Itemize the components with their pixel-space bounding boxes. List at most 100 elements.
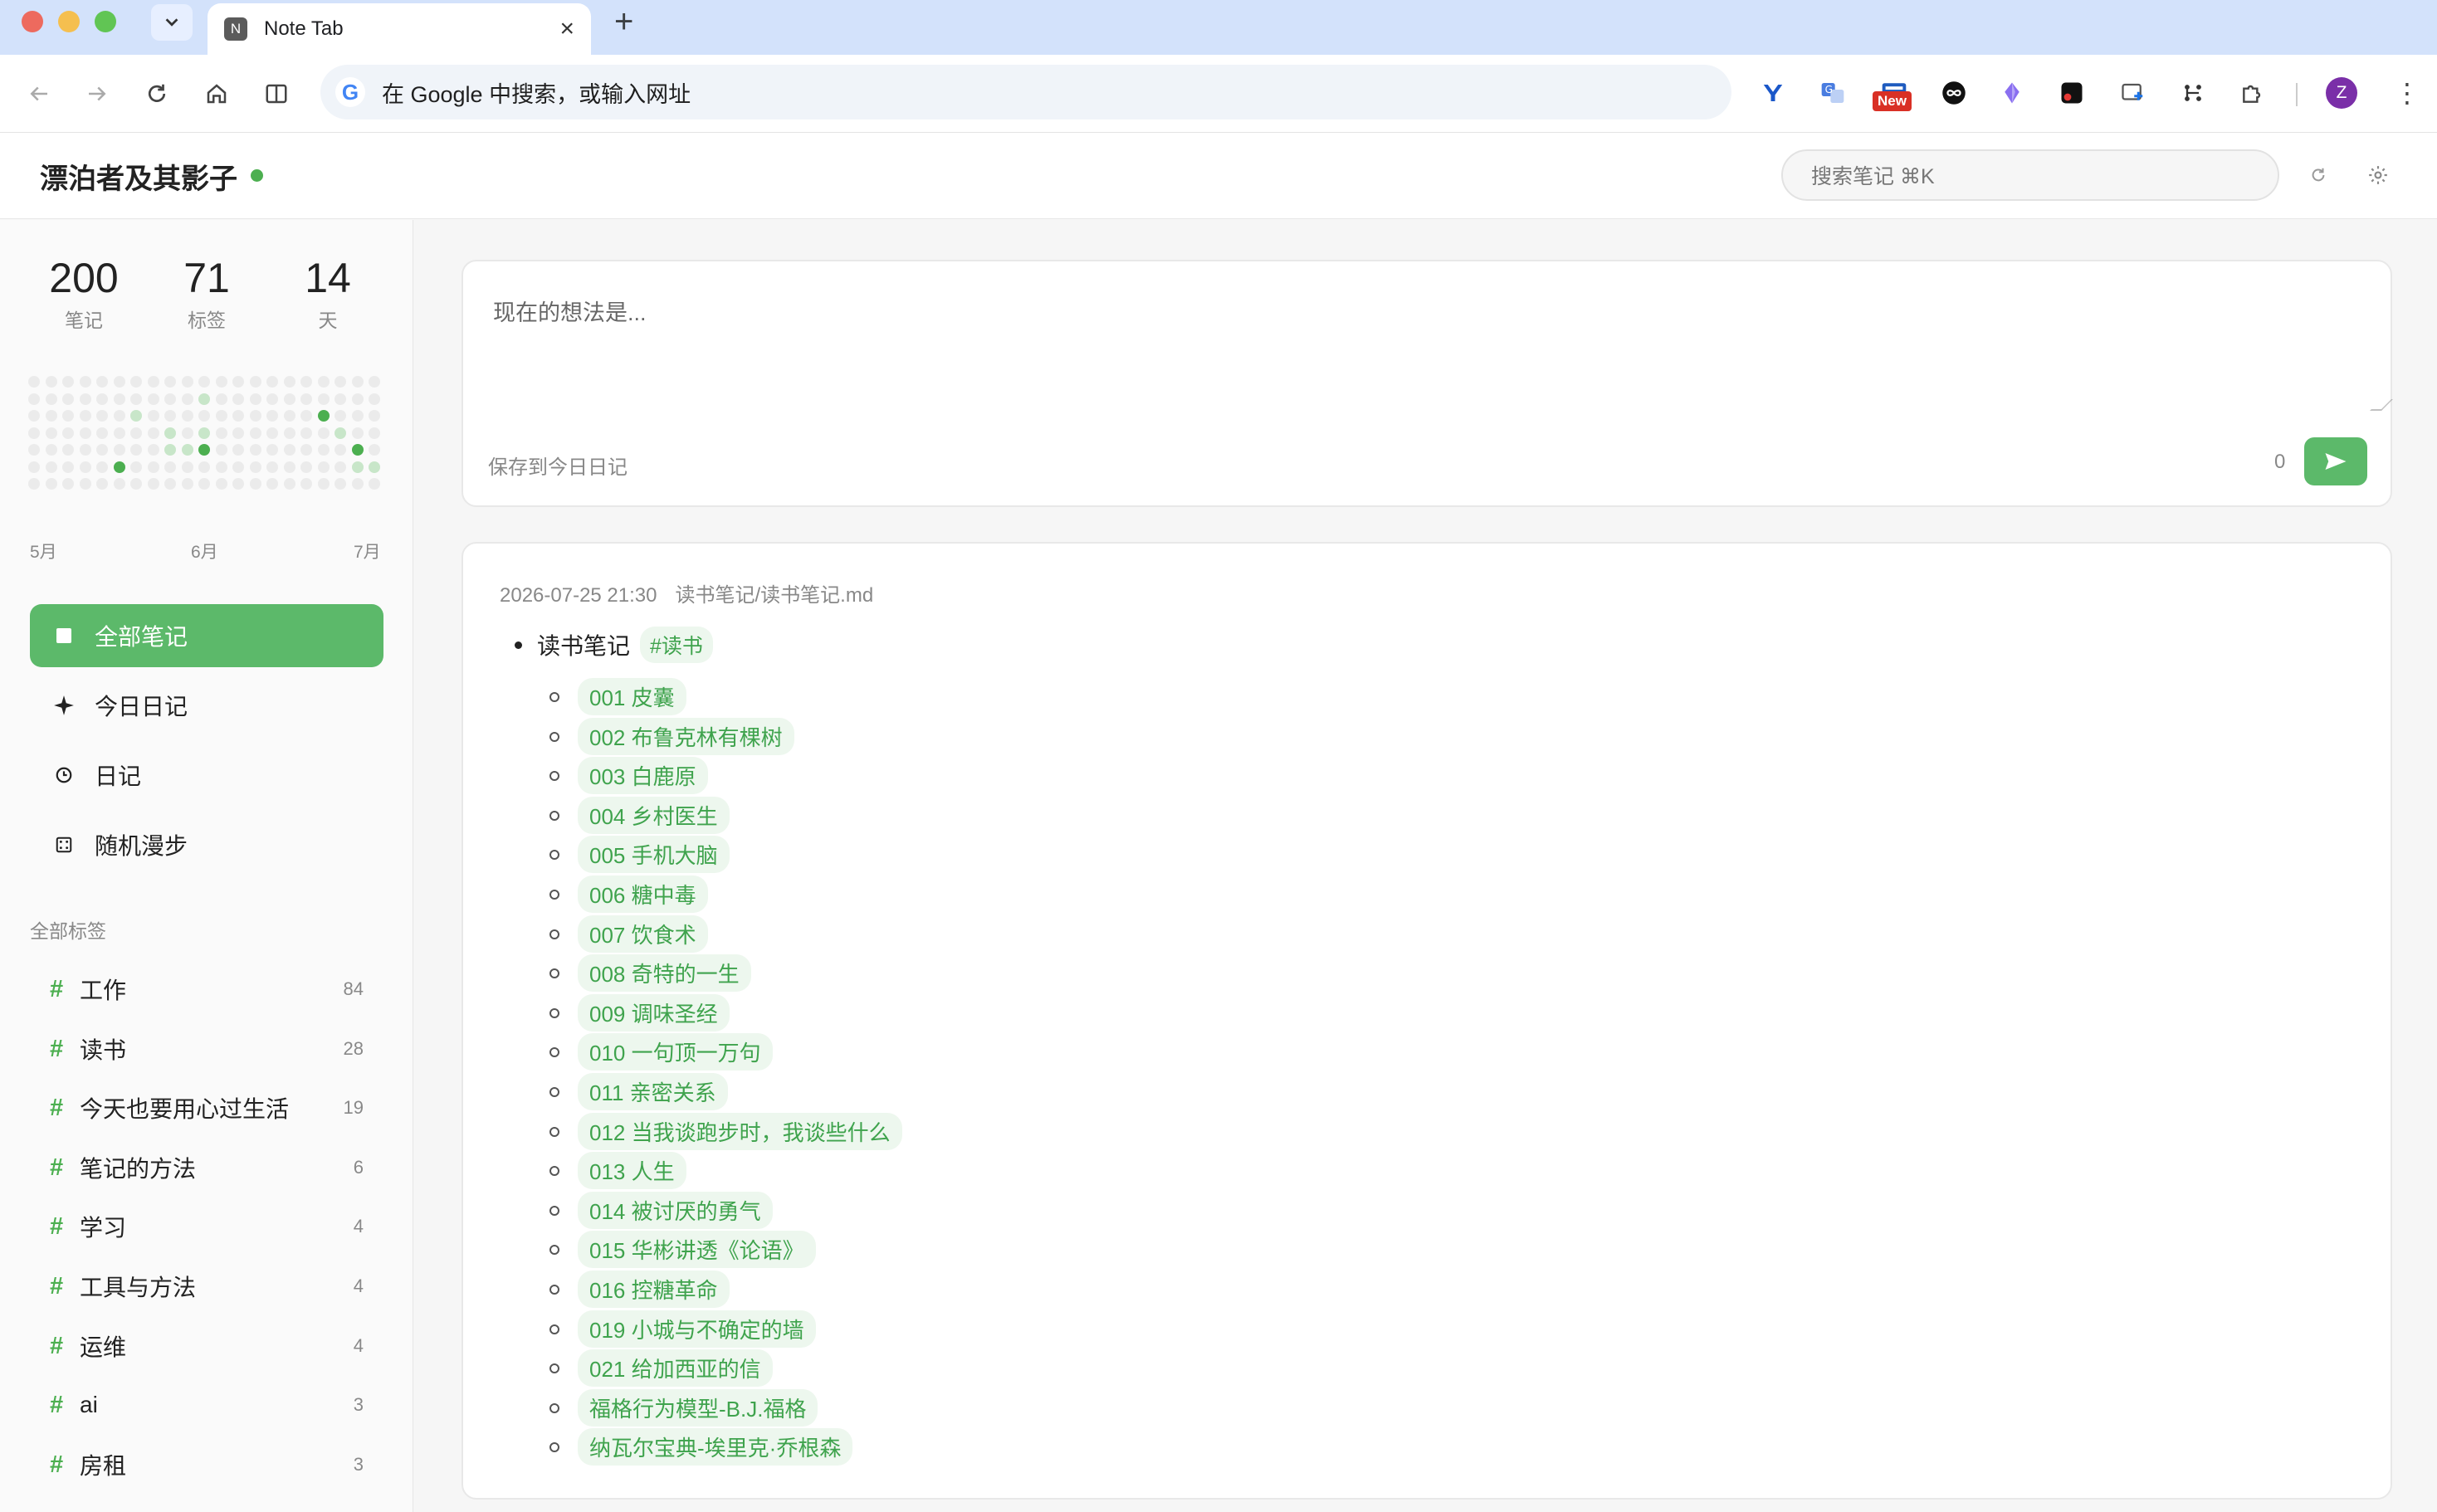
- infinity-extension-icon[interactable]: [1937, 76, 1971, 110]
- list-item: 006 糖中毒: [549, 875, 708, 913]
- note-link[interactable]: 016 控糖革命: [578, 1271, 730, 1308]
- browser-tab[interactable]: N Note Tab ×: [208, 3, 591, 55]
- resize-handle-icon[interactable]: [2370, 399, 2393, 411]
- heatmap-cell: [113, 444, 125, 456]
- home-button[interactable]: [199, 76, 234, 111]
- heatmap-cell: [181, 444, 193, 456]
- sidebar-tag-item[interactable]: # 今天也要用心过生活 19: [30, 1083, 383, 1133]
- translate-extension-icon[interactable]: G: [1816, 76, 1849, 110]
- note-link[interactable]: 008 奇特的一生: [578, 954, 751, 992]
- note-link[interactable]: 009 调味圣经: [578, 994, 730, 1032]
- sidebar-tag-item[interactable]: # 笔记的方法 6: [30, 1143, 383, 1193]
- sparkle-icon: [51, 695, 76, 716]
- note-link[interactable]: 013 人生: [578, 1152, 686, 1189]
- send-button[interactable]: [2304, 437, 2367, 485]
- refresh-icon[interactable]: [2301, 158, 2336, 193]
- tag-count: 19: [343, 1097, 364, 1118]
- heatmap-cell: [130, 478, 142, 490]
- record-extension-icon[interactable]: [2055, 76, 2088, 110]
- sidebar-tag-item[interactable]: # 学习 4: [30, 1202, 383, 1251]
- address-bar[interactable]: G 在 Google 中搜索，或输入网址: [320, 65, 1731, 119]
- maximize-window-button[interactable]: [95, 11, 116, 32]
- sidebar-tag-item[interactable]: # 工作 84: [30, 964, 383, 1014]
- note-composer[interactable]: 现在的想法是... 保存到今日日记 0: [462, 260, 2393, 507]
- heatmap-cell: [369, 427, 380, 439]
- sidebar-tag-item[interactable]: # ai 3: [30, 1380, 383, 1430]
- heatmap-cell: [232, 376, 244, 388]
- nav-random-walk[interactable]: 随机漫步: [30, 813, 383, 876]
- note-link[interactable]: 011 亲密关系: [578, 1073, 728, 1110]
- note-link[interactable]: 019 小城与不确定的墙: [578, 1310, 816, 1348]
- heatmap-cell: [351, 461, 364, 473]
- profile-avatar[interactable]: Z: [2326, 77, 2357, 109]
- note-tag[interactable]: #读书: [640, 627, 713, 663]
- heatmap-cell: [232, 410, 244, 422]
- heatmap-cell: [232, 427, 244, 439]
- heatmap-cell: [62, 461, 74, 473]
- note-search-input[interactable]: 搜索笔记 ⌘K: [1781, 149, 2279, 201]
- tag-name: 读书: [80, 1037, 127, 1063]
- close-window-button[interactable]: [22, 11, 43, 32]
- arrow-left-icon: [30, 86, 47, 101]
- note-link[interactable]: 015 华彬讲透《论语》: [578, 1231, 816, 1268]
- sidebar-tag-item[interactable]: # 房租 3: [30, 1440, 383, 1490]
- note-link[interactable]: 002 布鲁克林有棵树: [578, 718, 794, 755]
- sidebar-tag-item[interactable]: # 读书 28: [30, 1024, 383, 1074]
- nav-all-notes[interactable]: 全部笔记: [30, 604, 383, 667]
- sidebar-tag-item[interactable]: # 工具与方法 4: [30, 1261, 383, 1311]
- home-icon: [207, 84, 227, 104]
- minimize-window-button[interactable]: [58, 11, 80, 32]
- close-tab-icon[interactable]: ×: [559, 17, 574, 41]
- heatmap-cell: [164, 376, 176, 388]
- browser-menu-icon[interactable]: ⋮: [2394, 75, 2420, 111]
- nav-today-journal[interactable]: 今日日记: [30, 674, 383, 737]
- heatmap-cell: [249, 376, 261, 388]
- note-link[interactable]: 纳瓦尔宝典-埃里克·乔根森: [578, 1428, 853, 1466]
- nav-journal[interactable]: 日记: [30, 744, 383, 807]
- heatmap-cell: [45, 444, 57, 456]
- add-page-extension-icon[interactable]: [2117, 76, 2150, 110]
- heatmap-cell: [369, 444, 380, 456]
- list-item: 021 给加西亚的信: [549, 1349, 773, 1387]
- note-link[interactable]: 012 当我谈跑步时，我谈些什么: [578, 1113, 902, 1150]
- note-link[interactable]: 005 手机大脑: [578, 836, 730, 873]
- heatmap-cell: [164, 393, 176, 405]
- grid-extension-icon[interactable]: [2176, 76, 2210, 110]
- stat-days: 14 天: [270, 255, 386, 333]
- new-tab-button[interactable]: +: [614, 3, 633, 40]
- tags-section-label: 全部标签: [30, 920, 106, 942]
- reload-button[interactable]: [139, 76, 174, 111]
- heatmap-cell: [96, 461, 108, 473]
- composer-placeholder[interactable]: 现在的想法是...: [493, 295, 647, 327]
- note-link[interactable]: 021 给加西亚的信: [578, 1349, 773, 1387]
- heatmap-cell: [317, 393, 330, 405]
- heatmap-cell: [96, 393, 108, 405]
- note-path[interactable]: 读书笔记/读书笔记.md: [676, 584, 874, 607]
- sidebar-tag-item[interactable]: # 运维 4: [30, 1321, 383, 1371]
- note-link[interactable]: 014 被讨厌的勇气: [578, 1192, 773, 1229]
- forward-button[interactable]: [80, 76, 115, 111]
- back-button[interactable]: [22, 76, 56, 111]
- heatmap-cell: [79, 410, 91, 422]
- tab-search-button[interactable]: [151, 4, 193, 41]
- app-header: 漂泊者及其影子 搜索笔记 ⌘K: [0, 133, 2437, 219]
- heatmap-cell: [351, 444, 364, 456]
- extensions-puzzle-icon[interactable]: [2236, 76, 2269, 110]
- note-link[interactable]: 001 皮囊: [578, 678, 686, 715]
- crystal-extension-icon[interactable]: [1995, 76, 2029, 110]
- heatmap-cell: [147, 427, 159, 439]
- note-link[interactable]: 007 饮食术: [578, 915, 708, 953]
- heatmap-cell: [181, 376, 193, 388]
- tag-name: 工作: [80, 978, 127, 1003]
- note-link[interactable]: 004 乡村医生: [578, 797, 730, 834]
- note-timestamp: 2026-07-25 21:30: [500, 584, 657, 607]
- split-view-button[interactable]: [259, 76, 294, 111]
- heatmap-cell: [130, 410, 142, 422]
- gear-icon[interactable]: [2361, 158, 2395, 193]
- note-link[interactable]: 010 一句顶一万句: [578, 1033, 773, 1071]
- note-link[interactable]: 003 白鹿原: [578, 757, 708, 794]
- note-link[interactable]: 006 糖中毒: [578, 875, 708, 913]
- note-link[interactable]: 福格行为模型-B.J.福格: [578, 1389, 818, 1427]
- heatmap-cell: [232, 444, 244, 456]
- extension-y-icon[interactable]: [1756, 76, 1790, 110]
